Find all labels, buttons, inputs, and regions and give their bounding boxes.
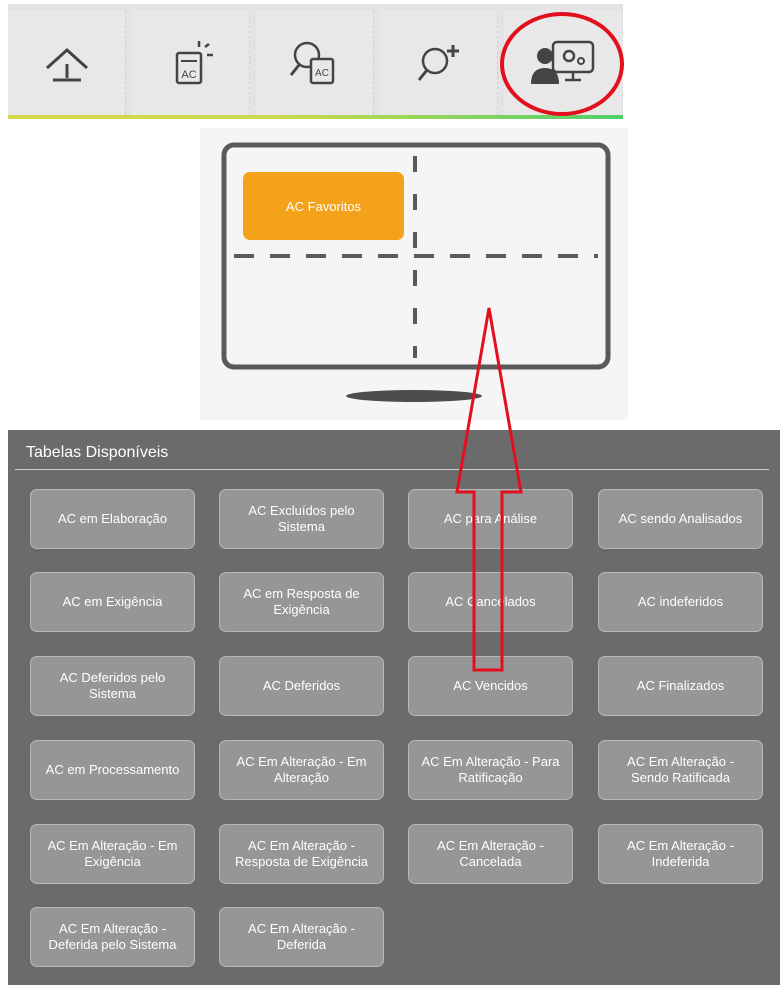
table-button[interactable]: AC Em Alteração - Deferida bbox=[219, 907, 384, 967]
table-button[interactable]: AC Vencidos bbox=[408, 656, 573, 716]
table-button[interactable]: AC em Resposta de Exigência bbox=[219, 572, 384, 632]
table-button[interactable]: AC Em Alteração - Indeferida bbox=[598, 824, 763, 884]
favorites-table-button[interactable]: AC Favoritos bbox=[243, 172, 404, 240]
table-button[interactable]: AC Cancelados bbox=[408, 572, 573, 632]
table-button[interactable]: AC em Exigência bbox=[30, 572, 195, 632]
table-button[interactable]: AC Em Alteração - Cancelada bbox=[408, 824, 573, 884]
table-button[interactable]: AC Deferidos pelo Sistema bbox=[30, 656, 195, 716]
table-button[interactable]: AC indeferidos bbox=[598, 572, 763, 632]
table-button[interactable]: AC Excluídos pelo Sistema bbox=[219, 489, 384, 549]
table-button[interactable]: AC Em Alteração - Em Exigência bbox=[30, 824, 195, 884]
table-button[interactable]: AC sendo Analisados bbox=[598, 489, 763, 549]
table-button[interactable]: AC em Processamento bbox=[30, 740, 195, 800]
search-ac-button[interactable]: AC bbox=[256, 10, 374, 115]
svg-text:AC: AC bbox=[181, 69, 196, 81]
home-icon bbox=[45, 47, 88, 81]
toolbar-strip bbox=[8, 115, 623, 119]
table-button[interactable]: AC Finalizados bbox=[598, 656, 763, 716]
search-ac-icon: AC bbox=[289, 41, 334, 84]
table-button[interactable]: AC Em Alteração - Resposta de Exigência bbox=[219, 824, 384, 884]
table-button[interactable]: AC Em Alteração - Sendo Ratificada bbox=[598, 740, 763, 800]
add-search-icon bbox=[417, 44, 459, 81]
home-button[interactable] bbox=[8, 10, 126, 115]
svg-text:AC: AC bbox=[315, 68, 329, 79]
table-button[interactable]: AC Deferidos bbox=[219, 656, 384, 716]
add-search-button[interactable] bbox=[380, 10, 498, 115]
new-ac-icon: AC bbox=[175, 40, 213, 84]
table-button[interactable]: AC Em Alteração - Para Ratificação bbox=[408, 740, 573, 800]
panel-divider bbox=[15, 469, 769, 470]
table-button[interactable]: AC Em Alteração - Em Alteração bbox=[219, 740, 384, 800]
table-button[interactable]: AC Em Alteração - Deferida pelo Sistema bbox=[30, 907, 195, 967]
panel-title: Tabelas Disponíveis bbox=[26, 444, 169, 461]
preview-left-blank bbox=[8, 130, 200, 420]
new-ac-button[interactable]: AC bbox=[132, 10, 250, 115]
highlight-circle bbox=[500, 12, 624, 116]
table-button[interactable]: AC para Análise bbox=[408, 489, 573, 549]
table-button[interactable]: AC em Elaboração bbox=[30, 489, 195, 549]
